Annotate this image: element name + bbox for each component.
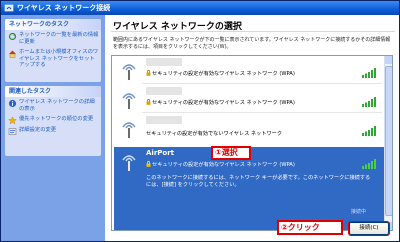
settings-icon: [8, 127, 17, 135]
signal-strength-icon: [362, 159, 376, 169]
wireless-network-connection-window: ワイヤレス ネットワーク接続 ネットワークのタスク ネットワークの一覧を最新の情…: [0, 0, 400, 242]
scroll-up-button[interactable]: [385, 56, 392, 64]
title-divider: [111, 31, 395, 32]
related-tasks-panel: 関連したタスク ワイヤレス ネットワークの詳細の表示 優先ネットワークの順位の変…: [5, 86, 101, 156]
change-advanced-settings-label: 詳細設定の変更: [19, 126, 57, 133]
antenna-icon: [122, 155, 136, 171]
home-network-setup-icon: [9, 50, 16, 58]
change-preferred-order-link[interactable]: 優先ネットワークの順位の変更: [5, 114, 101, 125]
task-sidebar: ネットワークのタスク ネットワークの一覧を最新の情報に更新 ホームまたは小規模オ…: [1, 15, 105, 241]
network-item[interactable]: セキュリティの設定が有効なワイヤレス ネットワーク (WPA): [114, 56, 384, 82]
network-security-text: セキュリティの設定が有効なワイヤレス ネットワーク (WPA): [146, 70, 295, 77]
title-bar[interactable]: ワイヤレス ネットワーク接続: [1, 1, 399, 15]
network-security-text: セキュリティの設定が有効なワイヤレス ネットワーク (WPA): [146, 99, 295, 106]
refresh-network-list-link[interactable]: ネットワークの一覧を最新の情報に更新: [5, 30, 101, 47]
wireless-network-list[interactable]: セキュリティの設定が有効なワイヤレス ネットワーク (WPA) セキュリティの設…: [111, 55, 393, 231]
setup-wireless-network-link[interactable]: ホームまたは小規模オフィスのワイヤレス ネットワークをセットアップする: [5, 47, 101, 71]
refresh-icon: [8, 32, 17, 41]
network-name-redacted: [146, 116, 182, 124]
view-wireless-details-label: ワイヤレス ネットワークの詳細の表示: [19, 99, 95, 112]
signal-strength-icon: [362, 97, 376, 107]
window-title: ワイヤレス ネットワーク接続: [17, 4, 111, 12]
lock-icon: [146, 70, 151, 76]
network-item[interactable]: セキュリティの設定が有効でないワイヤレス ネットワーク: [114, 114, 384, 142]
network-description: このネットワークに接続するには、ネットワーク キーが必要です。このネットワークに…: [146, 175, 371, 188]
network-name-redacted: [146, 58, 182, 66]
related-tasks-header: 関連したタスク: [5, 86, 101, 97]
instruction-text: 範囲内にあるワイヤレス ネットワークが下の一覧に表示されています。ワイヤレス ネ…: [113, 37, 391, 50]
network-tasks-panel: ネットワークのタスク ネットワークの一覧を最新の情報に更新 ホームまたは小規模オ…: [5, 19, 101, 82]
antenna-icon: [122, 122, 136, 138]
list-divider: [142, 83, 382, 84]
network-security-text: セキュリティの設定が有効なワイヤレス ネットワーク (WPA): [146, 161, 295, 168]
signal-strength-icon: [362, 126, 376, 136]
change-advanced-settings-link[interactable]: 詳細設定の変更: [5, 125, 101, 136]
network-item[interactable]: セキュリティの設定が有効なワイヤレス ネットワーク (WPA): [114, 85, 384, 111]
antenna-icon: [122, 64, 136, 80]
network-name-redacted: [146, 87, 182, 95]
select-annotation: ①選択: [211, 146, 251, 160]
connect-button[interactable]: 接続(C): [349, 222, 389, 235]
wireless-network-icon: [4, 4, 14, 12]
network-tasks-header: ネットワークのタスク: [5, 19, 101, 30]
click-annotation: ②クリック: [277, 220, 343, 235]
setup-wireless-network-label: ホームまたは小規模オフィスのワイヤレス ネットワークをセットアップする: [19, 49, 99, 68]
lock-icon: [146, 161, 151, 167]
change-preferred-order-label: 優先ネットワークの順位の変更: [19, 116, 94, 122]
network-security-text: セキュリティの設定が有効でないワイヤレス ネットワーク: [146, 131, 283, 137]
network-name: AirPort: [146, 149, 175, 157]
view-wireless-details-link[interactable]: ワイヤレス ネットワークの詳細の表示: [5, 97, 101, 114]
list-divider: [142, 112, 382, 113]
connection-status: 接続中: [350, 209, 366, 215]
scroll-thumb[interactable]: [385, 66, 392, 216]
info-icon: [8, 99, 17, 108]
list-scrollbar[interactable]: [384, 56, 392, 230]
refresh-network-list-label: ネットワークの一覧を最新の情報に更新: [19, 32, 99, 45]
lock-icon: [146, 99, 151, 105]
signal-strength-icon: [362, 68, 376, 78]
antenna-icon: [122, 93, 136, 109]
main-content: ワイヤレス ネットワークの選択 範囲内にあるワイヤレス ネットワークが下の一覧に…: [105, 15, 399, 241]
